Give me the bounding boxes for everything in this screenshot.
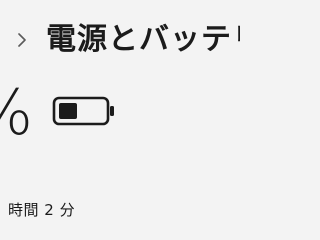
chevron-right-icon[interactable]	[14, 32, 30, 48]
battery-percent: %	[0, 82, 33, 144]
battery-level-fill	[59, 103, 77, 119]
breadcrumb: 電源とバッテリ	[14, 18, 240, 62]
settings-page: 電源とバッテリ % 時間 2 分	[0, 0, 240, 240]
battery-icon	[52, 96, 116, 126]
battery-remaining-time: 時間 2 分	[8, 201, 76, 219]
page-title: 電源とバッテリ	[46, 22, 240, 57]
